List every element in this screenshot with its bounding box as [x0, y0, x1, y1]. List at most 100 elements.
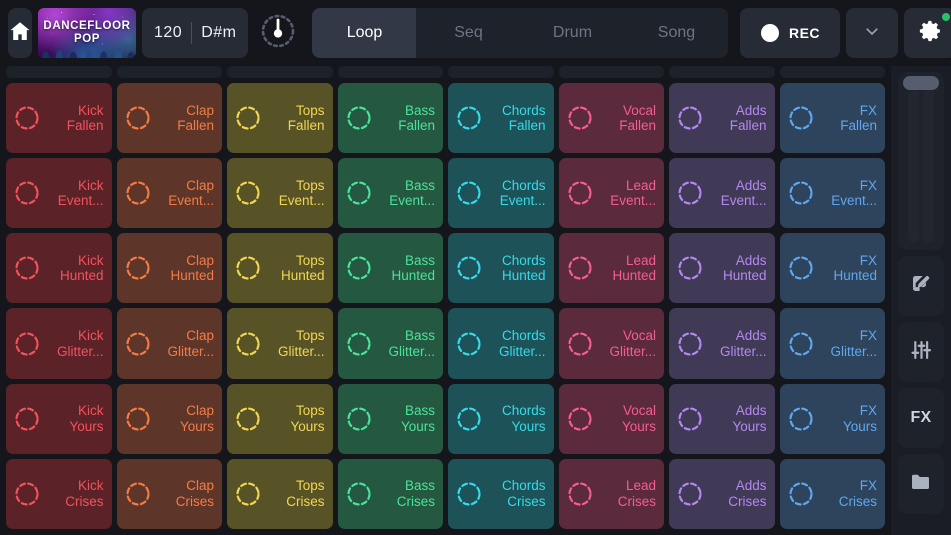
pad-chords-0[interactable]: Chords Fallen [448, 83, 554, 154]
pad-label-clip: Hunted [833, 268, 877, 284]
pad-label: Adds Glitter... [709, 328, 767, 359]
tab-loop-label: Loop [346, 24, 383, 41]
pad-label-track: Bass [404, 328, 435, 344]
metronome-button[interactable] [254, 8, 302, 58]
pad-label-track: FX [859, 177, 877, 193]
pad-label: Tops Yours [267, 403, 325, 434]
home-button[interactable] [8, 8, 32, 58]
pad-vocal-0[interactable]: Vocal Fallen [558, 83, 664, 154]
record-options-button[interactable] [846, 8, 899, 58]
pad-fx-1[interactable]: FX Event... [779, 158, 885, 229]
pad-kick-5[interactable]: Kick Crises [6, 458, 112, 529]
pad-tops-3[interactable]: Tops Glitter... [227, 308, 333, 379]
pad-adds-5[interactable]: Adds Crises [669, 458, 775, 529]
pad-label: Chords Fallen [488, 103, 546, 134]
files-button[interactable] [898, 454, 944, 514]
pad-clap-2[interactable]: Clap Hunted [116, 233, 222, 304]
pad-vocal-5[interactable]: Lead Crises [558, 458, 664, 529]
pad-bass-4[interactable]: Bass Yours [337, 383, 443, 454]
pad-adds-2[interactable]: Adds Hunted [669, 233, 775, 304]
tab-loop[interactable]: Loop [312, 8, 417, 58]
column-header-kick[interactable] [6, 66, 112, 78]
pad-bass-2[interactable]: Bass Hunted [337, 233, 443, 304]
pad-chords-4[interactable]: Chords Yours [448, 383, 554, 454]
pad-tops-2[interactable]: Tops Hunted [227, 233, 333, 304]
pad-chords-1[interactable]: Chords Event... [448, 158, 554, 229]
pad-label-track: Bass [404, 478, 435, 494]
project-artwork[interactable]: DANCEFLOOR POP [38, 8, 136, 58]
pad-tops-1[interactable]: Tops Event... [227, 158, 333, 229]
pad-bass-0[interactable]: Bass Fallen [337, 83, 443, 154]
tab-song[interactable]: Song [624, 8, 728, 58]
mixer-button[interactable] [898, 322, 944, 382]
pad-fx-5[interactable]: FX Crises [779, 458, 885, 529]
pad-label: FX Event... [820, 177, 877, 209]
pad-label-clip: Crises [617, 493, 656, 509]
pad-clap-1[interactable]: Clap Event... [116, 158, 222, 229]
play-ring-icon [344, 178, 374, 208]
pad-label-clip: Crises [838, 493, 877, 509]
pad-label-track: Tops [295, 478, 325, 494]
column-header-adds[interactable] [669, 66, 775, 78]
pad-kick-3[interactable]: Kick Glitter... [6, 308, 112, 379]
column-header-clap[interactable] [116, 66, 222, 78]
pad-label-track: Chords [501, 403, 546, 419]
play-ring-icon [233, 329, 263, 359]
pad-bass-1[interactable]: Bass Event... [337, 158, 443, 229]
tab-drum[interactable]: Drum [520, 8, 624, 58]
play-ring-icon [565, 479, 595, 509]
pad-fx-0[interactable]: FX Fallen [779, 83, 885, 154]
pad-label-clip: Glitter... [277, 343, 325, 359]
pad-tops-4[interactable]: Tops Yours [227, 383, 333, 454]
pad-clap-3[interactable]: Clap Glitter... [116, 308, 222, 379]
pad-bass-3[interactable]: Bass Glitter... [337, 308, 443, 379]
pad-vocal-2[interactable]: Lead Hunted [558, 233, 664, 304]
column-header-bass[interactable] [337, 66, 443, 78]
volume-fader[interactable] [898, 72, 944, 250]
play-ring-icon [454, 479, 484, 509]
pad-tops-0[interactable]: Tops Fallen [227, 83, 333, 154]
column-header-chords[interactable] [448, 66, 554, 78]
tempo-key-display[interactable]: 120 D#m [142, 8, 249, 58]
fader-handle[interactable] [903, 76, 939, 90]
pad-adds-4[interactable]: Adds Yours [669, 383, 775, 454]
pad-vocal-3[interactable]: Vocal Glitter... [558, 308, 664, 379]
pad-kick-2[interactable]: Kick Hunted [6, 233, 112, 304]
pad-label-track: Adds [735, 252, 767, 268]
pad-fx-3[interactable]: FX Glitter... [779, 308, 885, 379]
pad-chords-5[interactable]: Chords Crises [448, 458, 554, 529]
play-ring-icon [675, 404, 705, 434]
pad-kick-1[interactable]: Kick Event... [6, 158, 112, 229]
top-toolbar: DANCEFLOOR POP 120 D#m Loop Seq Drum Son… [0, 0, 951, 66]
pad-chords-2[interactable]: Chords Hunted [448, 233, 554, 304]
edit-button[interactable] [898, 256, 944, 316]
divider [191, 22, 193, 44]
pad-bass-5[interactable]: Bass Crises [337, 458, 443, 529]
pad-label-clip: Crises [396, 493, 435, 509]
pad-clap-0[interactable]: Clap Fallen [116, 83, 222, 154]
settings-button[interactable] [904, 8, 951, 58]
pad-fx-4[interactable]: FX Yours [779, 383, 885, 454]
pad-fx-2[interactable]: FX Hunted [779, 233, 885, 304]
column-header-tops[interactable] [227, 66, 333, 78]
tab-seq[interactable]: Seq [416, 8, 520, 58]
record-button[interactable]: REC [740, 8, 841, 58]
pad-label-track: Kick [77, 328, 104, 344]
pad-adds-0[interactable]: Adds Fallen [669, 83, 775, 154]
pad-label-clip: Yours [290, 418, 325, 434]
pad-adds-3[interactable]: Adds Glitter... [669, 308, 775, 379]
column-header-fx[interactable] [779, 66, 885, 78]
pad-vocal-1[interactable]: Lead Event... [558, 158, 664, 229]
record-dot-icon [760, 24, 779, 42]
column-header-vocal[interactable] [558, 66, 664, 78]
pad-chords-3[interactable]: Chords Glitter... [448, 308, 554, 379]
pad-kick-4[interactable]: Kick Yours [6, 383, 112, 454]
pad-tops-5[interactable]: Tops Crises [227, 458, 333, 529]
pad-clap-5[interactable]: Clap Crises [116, 458, 222, 529]
pad-adds-1[interactable]: Adds Event... [669, 158, 775, 229]
pad-kick-0[interactable]: Kick Fallen [6, 83, 112, 154]
pad-label-track: Tops [295, 328, 325, 344]
pad-clap-4[interactable]: Clap Yours [116, 383, 222, 454]
pad-vocal-4[interactable]: Vocal Yours [558, 383, 664, 454]
fx-button[interactable]: FX [898, 388, 944, 448]
